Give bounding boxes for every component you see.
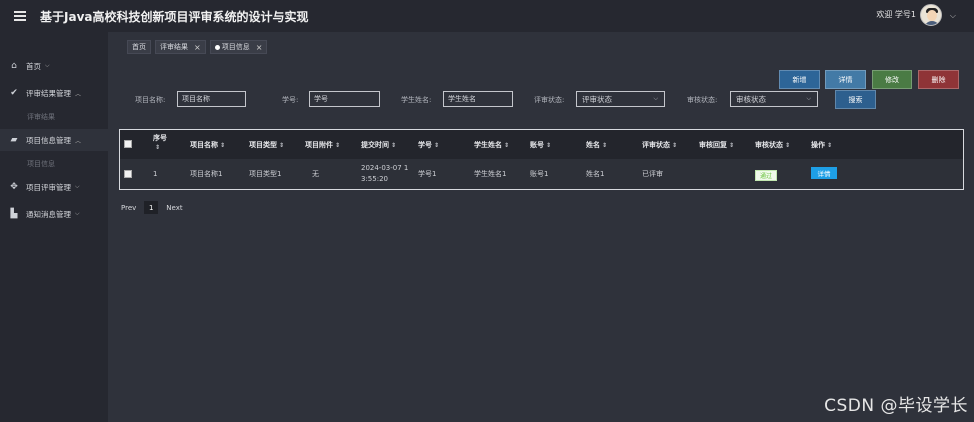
column-header-attachment[interactable]: 项目附件 ⇕ [305,140,340,151]
column-header-account[interactable]: 账号 ⇕ [530,140,551,151]
column-header-submit-time[interactable]: 提交时间 ⇕ [361,140,396,151]
user-avatar[interactable] [920,4,942,26]
detail-button[interactable]: 详情 [825,70,866,89]
sidebar-subitem-review-results[interactable]: 评审结果 [27,112,55,122]
welcome-text: 欢迎 学号1 [876,10,916,19]
sort-icon: ⇕ [434,142,440,149]
select-all-checkbox[interactable] [124,140,132,148]
cell-review-status: 已评审 [642,170,663,178]
cell-project-name: 项目名称1 [190,170,223,178]
home-icon: ⌂ [11,61,17,71]
student-name-input[interactable]: 学生姓名 [443,91,513,107]
sort-icon: ⇕ [827,142,833,149]
folder-icon: ▰ [10,135,18,145]
cell-student-no: 学号1 [418,170,437,178]
project-name-input[interactable]: 项目名称 [177,91,246,107]
delete-button[interactable]: 删除 [918,70,959,89]
prev-page-button[interactable]: Prev [121,204,136,212]
menu-toggle-icon[interactable] [14,11,26,21]
chevron-down-icon: ⌵ [75,210,80,217]
sort-icon: ⇕ [279,142,285,149]
cell-attachment: 无 [312,170,319,178]
column-header-project-name[interactable]: 项目名称 ⇕ [190,140,225,151]
chevron-down-icon: ⌵ [45,62,50,69]
column-header-audit-status[interactable]: 审核状态 ⇕ [755,140,790,151]
chevron-down-icon: ⌵ [653,95,658,102]
chevron-up-icon: ︿ [75,90,82,98]
sidebar-item-review-results[interactable]: ✔ 评审结果管理 ︿ [0,82,108,104]
close-icon[interactable]: × [194,43,201,52]
table-row[interactable]: 1 项目名称1 项目类型1 无 2024-03-07 1 3:55:20 学号1… [120,159,963,189]
project-name-label: 项目名称: [135,96,166,104]
chevron-up-icon: ︿ [75,137,82,145]
sort-icon: ⇕ [602,142,608,149]
tab-project-info[interactable]: 项目信息 × [209,40,268,54]
column-header-action[interactable]: 操作 ⇕ [811,140,832,151]
next-page-button[interactable]: Next [166,204,182,212]
watermark-text: CSDN @毕设学长 [824,396,968,416]
cell-index: 1 [153,170,158,178]
sort-icon: ⇕ [546,142,552,149]
status-badge: 通过 [755,170,777,181]
chevron-down-icon[interactable]: ⌵ [950,11,956,21]
student-no-label: 学号: [282,96,299,104]
column-header-project-type[interactable]: 项目类型 ⇕ [249,140,284,151]
project-table: 序号 ⇕ 项目名称 ⇕ 项目类型 ⇕ 项目附件 ⇕ 提交时间 ⇕ 学号 ⇕ 学生姓名 ⇕ 账号… [119,129,964,190]
sidebar-item-project-review[interactable]: ✥ 项目评审管理 ⌵ [0,176,108,198]
add-button[interactable]: 新增 [779,70,820,89]
column-header-student-no[interactable]: 学号 ⇕ [418,140,439,151]
close-icon[interactable]: × [256,43,263,52]
student-no-input[interactable]: 学号 [309,91,380,107]
cell-name: 姓名1 [586,170,605,178]
tab-review-results[interactable]: 评审结果 × [155,40,206,54]
edit-button[interactable]: 修改 [872,70,912,89]
review-status-label: 评审状态: [534,96,565,104]
student-name-label: 学生姓名: [401,96,432,104]
sidebar-item-home[interactable]: ⌂ 首页 ⌵ [0,55,108,77]
sort-icon: ⇕ [729,142,735,149]
sidebar-subitem-project-info[interactable]: 项目信息 [27,159,55,169]
chevron-down-icon: ⌵ [806,95,811,102]
cell-student-name: 学生姓名1 [474,170,507,178]
sidebar-item-project-info[interactable]: ▰ 项目信息管理 ︿ [0,129,108,151]
sort-icon: ⇕ [220,142,226,149]
column-header-name[interactable]: 姓名 ⇕ [586,140,607,151]
sort-icon: ⇕ [335,142,341,149]
app-title: 基于Java高校科技创新项目评审系统的设计与实现 [40,9,309,24]
cell-account: 账号1 [530,170,549,178]
grid-icon: ✥ [10,182,18,192]
active-dot-icon [214,44,220,50]
audit-status-label: 审核状态: [687,96,718,104]
search-button[interactable]: 搜索 [835,90,876,109]
column-header-audit-reply[interactable]: 审核回复 ⇕ [699,140,734,151]
top-header: 基于Java高校科技创新项目评审系统的设计与实现 [0,0,974,32]
column-header-index[interactable]: 序号 ⇕ [153,133,167,153]
building-icon: ▙ [10,209,18,219]
tab-home[interactable]: 首页 [127,40,151,54]
column-header-student-name[interactable]: 学生姓名 ⇕ [474,140,509,151]
sidebar-item-notifications[interactable]: ▙ 通知消息管理 ⌵ [0,203,108,225]
row-detail-button[interactable]: 详情 [811,167,837,179]
chevron-down-icon: ⌵ [75,183,80,190]
column-header-review-status[interactable]: 评审状态 ⇕ [642,140,677,151]
cell-submit-time: 2024-03-07 1 3:55:20 [361,164,409,183]
table-header: 序号 ⇕ 项目名称 ⇕ 项目类型 ⇕ 项目附件 ⇕ 提交时间 ⇕ 学号 ⇕ 学生姓名 ⇕ 账号… [120,130,963,159]
page-number-button[interactable]: 1 [144,201,159,214]
sort-icon: ⇕ [504,142,510,149]
sort-icon: ⇕ [785,142,791,149]
review-status-select[interactable]: 评审状态 ⌵ [576,91,665,107]
row-checkbox[interactable] [124,170,132,178]
pagination: Prev 1 Next [121,201,183,214]
cell-project-type: 项目类型1 [249,170,282,178]
audit-status-select[interactable]: 审核状态 ⌵ [730,91,818,107]
check-circle-icon: ✔ [10,88,18,98]
sort-icon: ⇕ [672,142,678,149]
tab-bar: 首页 评审结果 × 项目信息 × [127,40,268,54]
sort-icon: ⇕ [155,144,161,151]
sort-icon: ⇕ [391,142,397,149]
